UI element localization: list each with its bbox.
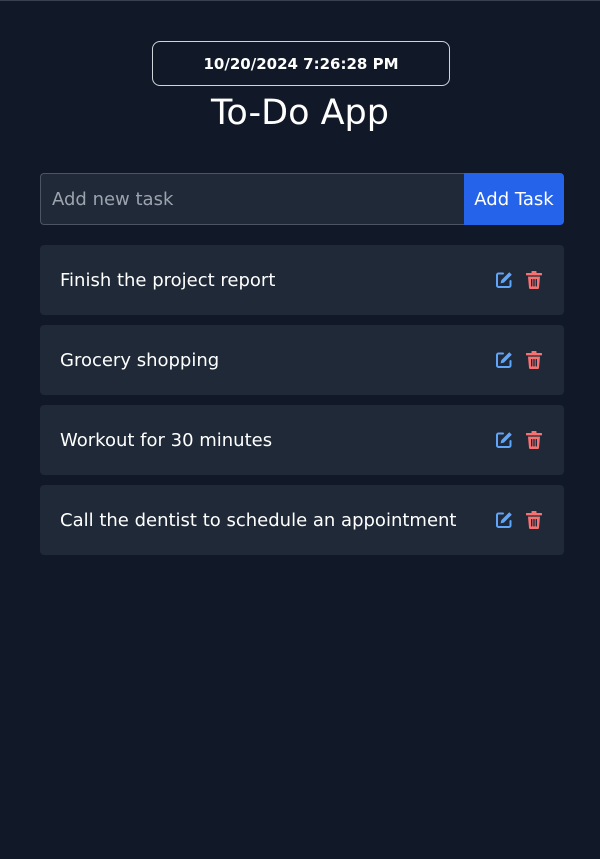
edit-icon[interactable] xyxy=(494,270,514,290)
page-title: To-Do App xyxy=(211,93,389,133)
trash-icon[interactable] xyxy=(524,430,544,450)
task-actions xyxy=(494,430,544,450)
trash-icon[interactable] xyxy=(524,270,544,290)
top-divider xyxy=(0,0,600,1)
datetime-display: 10/20/2024 7:26:28 PM xyxy=(152,41,450,86)
task-item: Finish the project report xyxy=(40,245,564,315)
task-actions xyxy=(494,510,544,530)
task-list: Finish the project report Grocery shoppi… xyxy=(40,245,564,565)
task-item: Grocery shopping xyxy=(40,325,564,395)
task-text: Call the dentist to schedule an appointm… xyxy=(60,509,457,531)
edit-icon[interactable] xyxy=(494,350,514,370)
task-actions xyxy=(494,270,544,290)
trash-icon[interactable] xyxy=(524,350,544,370)
task-item: Workout for 30 minutes xyxy=(40,405,564,475)
task-item: Call the dentist to schedule an appointm… xyxy=(40,485,564,555)
edit-icon[interactable] xyxy=(494,430,514,450)
edit-icon[interactable] xyxy=(494,510,514,530)
task-text: Grocery shopping xyxy=(60,349,220,371)
task-text: Finish the project report xyxy=(60,269,276,291)
task-text: Workout for 30 minutes xyxy=(60,429,273,451)
trash-icon[interactable] xyxy=(524,510,544,530)
add-task-button[interactable]: Add Task xyxy=(464,173,564,225)
new-task-input[interactable] xyxy=(40,173,464,225)
task-actions xyxy=(494,350,544,370)
add-task-form: Add Task xyxy=(40,173,564,225)
